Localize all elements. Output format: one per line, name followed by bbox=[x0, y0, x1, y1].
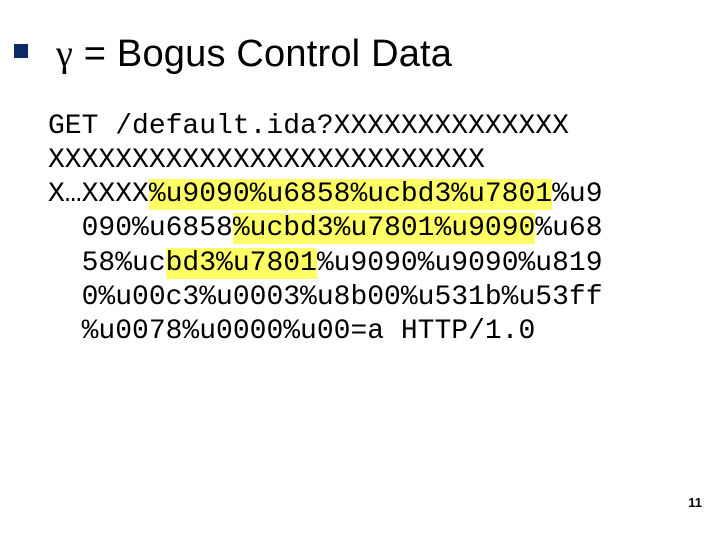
highlight-1: %u9090%u6858%ucbd3%u7801 bbox=[149, 179, 552, 210]
code-block: GET /default.ida?XXXXXXXXXXXXXX XXXXXXXX… bbox=[48, 110, 672, 349]
title-bullet bbox=[14, 44, 28, 58]
slide-title: γ = Bogus Control Data bbox=[56, 32, 672, 76]
code-line-4a: 090%u6858 bbox=[82, 213, 233, 244]
code-line-5a: 58%uc bbox=[82, 248, 166, 279]
highlight-3: bd3%u7801 bbox=[166, 248, 317, 279]
code-line-3b: %u9 bbox=[552, 179, 602, 210]
highlight-2: %ucbd3%u7801%u9090 bbox=[233, 213, 535, 244]
code-line-1: GET /default.ida?XXXXXXXXXXXXXX bbox=[48, 111, 569, 142]
code-line-2: XXXXXXXXXXXXXXXXXXXXXXXXXX bbox=[48, 145, 485, 176]
code-line-4b: %u68 bbox=[535, 213, 602, 244]
title-text: = Bogus Control Data bbox=[73, 33, 452, 75]
code-line-5b: %u9090%u9090%u819 bbox=[317, 248, 603, 279]
page-number: 11 bbox=[688, 495, 702, 510]
code-line-6: 0%u00c3%u0003%u8b00%u531b%u53ff bbox=[82, 282, 603, 313]
code-line-3a: X…XXXX bbox=[48, 179, 149, 210]
code-line-7: %u0078%u0000%u00=a HTTP/1.0 bbox=[82, 316, 536, 347]
gamma-symbol: γ bbox=[56, 33, 73, 75]
